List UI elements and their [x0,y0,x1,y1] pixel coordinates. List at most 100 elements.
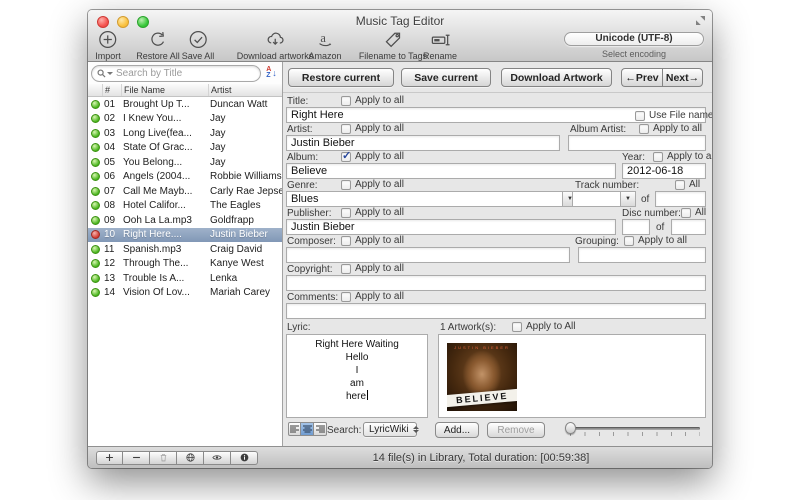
column-number[interactable]: # [102,84,121,96]
comments-input[interactable] [286,303,706,319]
sort-az-icon[interactable]: AZ ↓ [263,67,280,79]
year-input[interactable] [622,163,706,179]
toolbar-filename-to-tags[interactable]: Filename to Tags [359,29,427,61]
album-apply-checkbox[interactable] [341,152,351,162]
year-apply-checkbox[interactable] [653,152,663,162]
file-name: Call Me Mayb... [121,186,208,197]
copyright-apply-checkbox[interactable] [341,264,351,274]
preview-button[interactable] [204,451,231,465]
toolbar-download-artworks[interactable]: Download artworks [237,29,314,61]
track-number-select[interactable]: ▼ [572,191,636,207]
search-scope-chevron-icon[interactable] [107,72,113,75]
file-artist: Jay [208,157,282,168]
copyright-input[interactable] [286,275,706,291]
column-artist[interactable]: Artist [208,84,282,96]
delete-button[interactable] [150,451,177,465]
table-row[interactable]: 05 You Belong... Jay [88,155,282,170]
album-artist-input[interactable] [568,135,706,151]
file-number: 11 [102,244,121,255]
artwork-size-slider[interactable] [565,422,700,438]
artist-apply-checkbox[interactable] [341,124,351,134]
disc-number-input[interactable] [622,219,650,235]
artist-input[interactable] [286,135,560,151]
apply-to-all-label: Apply to all [667,151,712,162]
table-row[interactable]: 06 Angels (2004... Robbie Williams [88,170,282,185]
table-row[interactable]: 07 Call Me Mayb... Carly Rae Jepsen [88,184,282,199]
save-current-button[interactable]: Save current [401,68,491,87]
grouping-apply-checkbox[interactable] [624,236,634,246]
toolbar-save-all[interactable]: Save All [182,29,215,61]
publisher-input[interactable] [286,219,616,235]
composer-apply-checkbox[interactable] [341,236,351,246]
add-artwork-button[interactable]: Add... [435,422,479,438]
track-total-input[interactable] [655,191,706,207]
table-row[interactable]: 11 Spanish.mp3 Craig David [88,242,282,257]
column-file-name[interactable]: File Name [121,84,208,96]
slider-thumb[interactable] [565,422,576,434]
table-row[interactable]: 02 I Knew You... Jay [88,112,282,127]
table-header[interactable]: # File Name Artist [88,84,282,97]
file-artist: Robbie Williams [208,171,282,182]
restore-current-button[interactable]: Restore current [288,68,394,87]
table-row[interactable]: 08 Hotel Califor... The Eagles [88,199,282,214]
remove-artwork-button[interactable]: Remove [487,422,545,438]
lyric-textarea[interactable]: Right Here Waiting Hello I am here [286,334,428,418]
genre-input[interactable] [287,192,562,206]
next-button[interactable]: Next→ [662,68,703,87]
table-row[interactable]: 04 State Of Grac... Jay [88,141,282,156]
toolbar-amazon[interactable]: a Amazon [308,29,341,61]
table-row[interactable]: 03 Long Live(fea... Jay [88,126,282,141]
toolbar-import[interactable]: Import [95,29,121,61]
search-input[interactable] [116,68,255,79]
apply-to-all-label: Apply to all [355,235,404,246]
artwork-apply-checkbox[interactable] [512,322,522,332]
add-file-button[interactable] [96,451,123,465]
table-row[interactable]: 12 Through The... Kanye West [88,257,282,272]
composer-input[interactable] [286,247,570,263]
prev-next-control: ←Prev Next→ [621,68,703,87]
slider-track[interactable] [565,427,700,430]
file-name: Spanish.mp3 [121,244,208,255]
disc-all-checkbox[interactable] [681,208,691,218]
remove-file-button[interactable] [123,451,150,465]
cover-title-text: BELIEVE [447,389,517,408]
apply-to-all-label: Apply to all [355,207,404,218]
prev-button[interactable]: ←Prev [621,68,662,87]
info-button[interactable] [231,451,258,465]
fullscreen-icon[interactable] [695,15,706,26]
table-row[interactable]: 10 Right Here.... Justin Bieber [88,228,282,243]
status-dot-icon [88,259,102,268]
column-status[interactable] [88,84,102,96]
grouping-input[interactable] [578,247,706,263]
table-row[interactable]: 01 Brought Up T... Duncan Watt [88,97,282,112]
encoding-select[interactable]: Unicode (UTF-8) [564,32,704,46]
track-all-checkbox[interactable] [675,180,685,190]
album-cover-image[interactable]: JUSTIN BIEBER BELIEVE [447,343,517,411]
genre-select[interactable]: ▼ [286,191,578,207]
table-row[interactable]: 09 Ooh La La.mp3 Goldfrapp [88,213,282,228]
library-actions-segment [96,451,258,465]
album-artist-apply-checkbox[interactable] [639,124,649,134]
album-input[interactable] [286,163,616,179]
comments-apply-checkbox[interactable] [341,292,351,302]
title-apply-checkbox[interactable] [341,96,351,106]
use-file-name-checkbox[interactable] [635,111,645,121]
table-row[interactable]: 13 Trouble Is A... Lenka [88,271,282,286]
genre-apply-checkbox[interactable] [341,180,351,190]
track-number-input[interactable] [573,192,620,206]
search-engine-select[interactable]: LyricWiki [363,422,417,437]
align-center-button[interactable] [301,422,314,436]
web-button[interactable] [177,451,204,465]
publisher-apply-checkbox[interactable] [341,208,351,218]
align-left-button[interactable] [288,422,301,436]
file-artist: Duncan Watt [208,99,282,110]
track-chevron-down-icon[interactable]: ▼ [620,192,635,206]
search-field[interactable] [91,65,261,82]
align-right-button[interactable] [314,422,327,436]
table-row[interactable]: 14 Vision Of Lov... Mariah Carey [88,286,282,301]
file-number: 01 [102,99,121,110]
toolbar-restore-all[interactable]: Restore All [136,29,180,61]
disc-total-input[interactable] [671,219,706,235]
download-artwork-button[interactable]: Download Artwork [501,68,612,87]
toolbar-rename[interactable]: Rename [423,29,457,61]
